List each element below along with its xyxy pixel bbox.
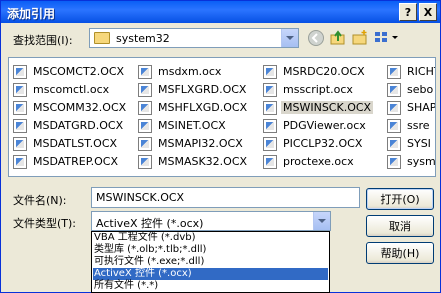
ocx-file-icon — [263, 137, 277, 151]
dropdown-option[interactable]: 所有文件 (*.*) — [93, 280, 328, 292]
filetype-value: ActiveX 控件 (*.ocx) — [96, 217, 204, 230]
ocx-file-icon — [387, 101, 401, 115]
dropdown-option[interactable]: 可执行文件 (*.exe;*.dll) — [93, 256, 328, 268]
ocx-file-icon — [387, 137, 401, 151]
ocx-file-icon — [13, 137, 27, 151]
open-button[interactable]: 打开(O) — [366, 188, 434, 210]
dropdown-option-selected[interactable]: ActiveX 控件 (*.ocx) — [93, 268, 328, 280]
ocx-file-icon — [387, 65, 401, 79]
folder-icon — [94, 32, 110, 44]
add-reference-dialog: 添加引用 ? X 查找范围(I): system32 MSCOMCT2.OCX … — [0, 0, 441, 293]
ocx-file-icon — [13, 83, 27, 97]
ocx-file-icon — [387, 155, 401, 169]
ocx-file-icon — [13, 155, 27, 169]
ocx-file-icon — [263, 65, 277, 79]
ocx-file-icon — [13, 101, 27, 115]
lookin-label: 查找范围(I): — [13, 34, 73, 47]
window-title: 添加引用 — [7, 7, 56, 21]
ocx-file-icon — [387, 83, 401, 97]
ocx-file-icon — [138, 101, 152, 115]
ocx-file-icon — [138, 137, 152, 151]
cancel-button[interactable]: 取消 — [366, 215, 434, 237]
filetype-dropdown-list[interactable]: VBA 工程文件 (*.dvb) 类型库 (*.olb;*.tlb;*.dll)… — [91, 231, 330, 293]
lookin-value: system32 — [116, 32, 170, 45]
back-icon[interactable] — [307, 29, 325, 47]
help-button[interactable]: 帮助(H) — [366, 242, 434, 264]
file-list[interactable]: MSCOMCT2.OCX mscomctl.ocx MSCOMM32.OCX M… — [8, 57, 436, 177]
up-folder-icon[interactable] — [329, 29, 347, 47]
ocx-file-icon — [138, 83, 152, 97]
ocx-file-icon — [263, 155, 277, 169]
filetype-select[interactable]: ActiveX 控件 (*.ocx) — [91, 211, 331, 231]
filename-label: 文件名(N): — [13, 194, 67, 207]
new-folder-icon[interactable] — [351, 29, 369, 47]
help-title-button[interactable]: ? — [399, 3, 417, 21]
ocx-file-icon — [263, 101, 277, 115]
ocx-file-icon — [387, 119, 401, 133]
ocx-file-icon — [138, 155, 152, 169]
title-bar: 添加引用 ? X — [1, 1, 440, 23]
ocx-file-icon — [138, 119, 152, 133]
lookin-dropdown[interactable]: system32 — [89, 28, 299, 48]
ocx-file-icon — [263, 83, 277, 97]
dropdown-option[interactable]: VBA 工程文件 (*.dvb) — [93, 232, 328, 244]
filetype-label: 文件类型(T): — [13, 217, 77, 230]
chevron-down-icon[interactable] — [281, 29, 298, 47]
filename-input[interactable]: MSWINSCK.OCX — [91, 187, 360, 208]
view-menu-icon[interactable] — [373, 29, 401, 47]
close-button[interactable]: X — [419, 3, 437, 21]
ocx-file-icon — [138, 65, 152, 79]
chevron-down-icon[interactable] — [313, 212, 330, 230]
ocx-file-icon — [263, 119, 277, 133]
ocx-file-icon — [13, 119, 27, 133]
ocx-file-icon — [13, 65, 27, 79]
dropdown-option[interactable]: 类型库 (*.olb;*.tlb;*.dll) — [93, 244, 328, 256]
